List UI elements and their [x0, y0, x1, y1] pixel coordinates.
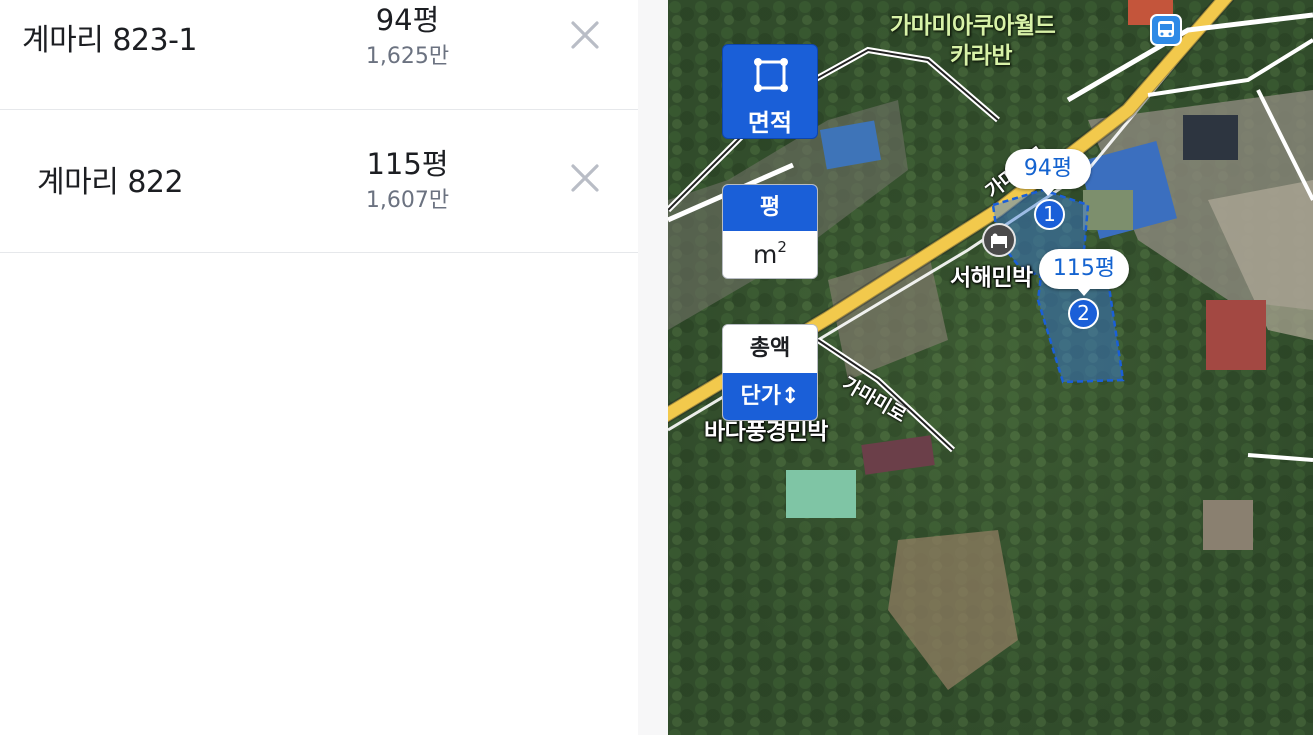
parcel-list-panel: 계마리 823-1 94평 1,625만 계마리 822 115평 1,607만	[0, 0, 638, 735]
parcel-area-bubble[interactable]: 115평	[1039, 249, 1129, 296]
price-toggle: 총액 단가↕	[722, 324, 818, 421]
total-price-option[interactable]: 총액	[723, 325, 817, 372]
poi-label: 카라반	[950, 43, 1012, 69]
list-item[interactable]: 계마리 823-1 94평 1,625만	[0, 0, 638, 110]
close-icon	[571, 164, 599, 192]
list-item[interactable]: 계마리 822 115평 1,607만	[0, 110, 638, 253]
satellite-map[interactable]: 가마미아쿠아월드 카라반 서해민박 바다풍경민박 가마미로 가마미로 94평 1…	[668, 0, 1313, 735]
poi-label: 서해민박	[950, 265, 1033, 291]
parcel-number-pin[interactable]: 1	[1034, 199, 1065, 230]
remove-parcel-button[interactable]	[568, 18, 602, 52]
parcel-number-pin[interactable]: 2	[1068, 298, 1099, 329]
parcel-address: 계마리 822	[37, 165, 184, 200]
area-measure-button[interactable]: 면적	[722, 44, 818, 139]
area-measure-label: 면적	[747, 109, 793, 137]
parcel-area: 115평	[366, 147, 449, 181]
poi-label: 가마미아쿠아월드	[890, 13, 1056, 39]
unit-sqm-superscript: 2	[777, 238, 787, 256]
square-select-icon	[754, 58, 788, 92]
unit-sqm-option[interactable]: m2	[723, 232, 817, 278]
app-root: 계마리 823-1 94평 1,625만 계마리 822 115평 1,607만	[0, 0, 1313, 735]
parcel-address: 계마리 823-1	[22, 23, 198, 58]
parcel-area: 94평	[375, 3, 440, 37]
parcel-area-bubble[interactable]: 94평	[1005, 149, 1091, 196]
unit-sqm-base: m	[753, 240, 778, 269]
bus-stop-icon[interactable]	[1150, 14, 1182, 46]
close-icon	[571, 21, 599, 49]
unit-pyeong-option[interactable]: 평	[723, 185, 817, 231]
lodging-icon[interactable]	[982, 223, 1016, 257]
unit-price-option[interactable]: 단가↕	[723, 373, 817, 420]
unit-toggle: 평 m2	[722, 184, 818, 279]
remove-parcel-button[interactable]	[568, 161, 602, 195]
parcel-price: 1,625만	[365, 44, 450, 69]
parcel-price: 1,607만	[365, 188, 450, 213]
panel-divider	[638, 0, 668, 735]
